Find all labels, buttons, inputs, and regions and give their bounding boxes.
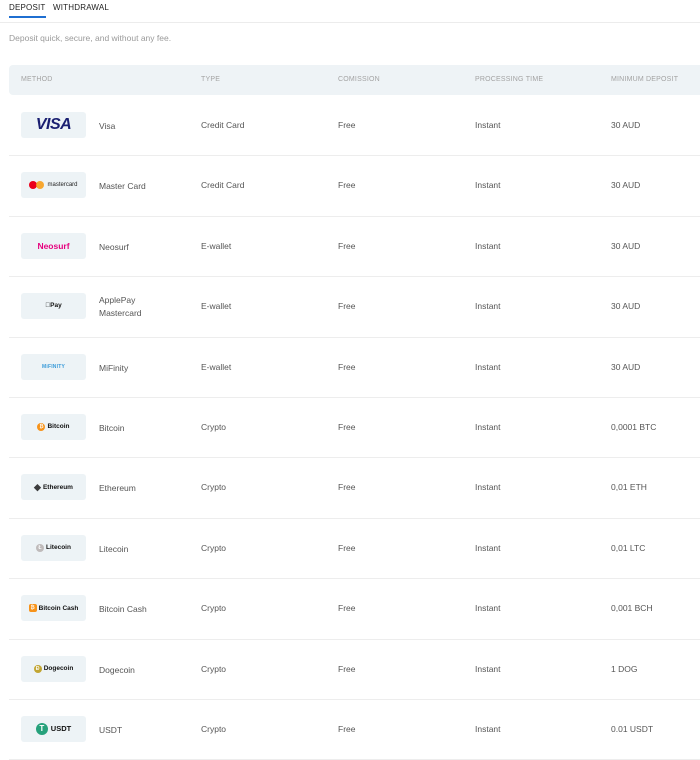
method-name: Master Card (99, 181, 146, 192)
method-minimum-deposit: 0,001 BCH (611, 603, 653, 614)
method-commission: Free (338, 723, 356, 734)
table-row: Neosurf Neosurf E-wallet Free Instant 30… (9, 217, 700, 278)
table-row: Pay ApplePayMastercard E-wallet Free In… (9, 277, 700, 338)
method-minimum-deposit: 0,01 ETH (611, 482, 647, 493)
method-name: Bitcoin Cash (99, 604, 147, 615)
method-type: E-wallet (201, 361, 232, 372)
table-row: T USDT USDT Crypto Free Instant 0.01 USDT (9, 700, 700, 760)
method-processing-time: Instant (475, 301, 501, 312)
method-minimum-deposit: 0.01 USDT (611, 723, 654, 734)
ethereum-icon: ◆ (34, 481, 41, 492)
method-minimum-deposit: 30 AUD (611, 361, 641, 372)
method-commission: Free (338, 240, 356, 251)
litecoin-logo: Ł Litecoin (21, 534, 86, 561)
column-header-method: METHOD (21, 76, 53, 83)
bitcoin-icon: ₿ (37, 422, 46, 431)
column-header-processing-time: PROCESSING TIME (475, 76, 544, 83)
table-row: MiFINITY MiFinity E-wallet Free Instant … (9, 338, 700, 398)
method-minimum-deposit: 0,01 LTC (611, 542, 646, 553)
method-minimum-deposit: 1 DOG (611, 663, 638, 674)
tab-deposit[interactable]: DEPOSIT (9, 3, 46, 18)
table-row: mastercard Master Card Credit Card Free … (9, 156, 700, 217)
method-name: Bitcoin (99, 422, 125, 433)
table-row: Ð Dogecoin Dogecoin Crypto Free Instant 1… (9, 640, 700, 700)
table-header: METHOD TYPE COMISSION PROCESSING TIME MI… (9, 65, 700, 95)
method-type: Crypto (201, 663, 227, 674)
table-row: ₿ Bitcoin Bitcoin Crypto Free Instant 0,0… (9, 398, 700, 459)
method-type: Credit Card (201, 120, 245, 130)
method-name: Litecoin (99, 543, 129, 554)
litecoin-icon: Ł (36, 543, 45, 552)
method-minimum-deposit: 30 AUD (611, 180, 641, 191)
method-commission: Free (338, 301, 356, 312)
method-type: Crypto (201, 421, 227, 432)
method-type: Crypto (201, 542, 227, 553)
visa-logo: VISA (21, 112, 86, 138)
method-processing-time: Instant (475, 240, 501, 251)
mifinity-logo: MiFINITY (21, 353, 86, 380)
method-minimum-deposit: 30 AUD (611, 301, 641, 312)
method-processing-time: Instant (475, 120, 501, 130)
ethereum-logo: ◆ Ethereum (21, 474, 86, 501)
bitcoin-cash-logo: ₿ Bitcoin Cash (21, 595, 86, 622)
tab-bar: DEPOSIT WITHDRAWAL (0, 0, 700, 23)
table-row: VISA Visa Credit Card Free Instant 30 AU… (9, 96, 700, 157)
method-type: Credit Card (201, 180, 245, 191)
method-type: Crypto (201, 603, 227, 614)
method-type: Crypto (201, 482, 227, 493)
method-processing-time: Instant (475, 482, 501, 493)
method-commission: Free (338, 180, 356, 191)
method-name: MiFinity (99, 362, 129, 373)
method-processing-time: Instant (475, 723, 501, 734)
method-type: E-wallet (201, 240, 232, 251)
payment-methods-table: VISA Visa Credit Card Free Instant 30 AU… (9, 96, 700, 760)
method-name: Ethereum (99, 483, 136, 494)
column-header-commission: COMISSION (338, 76, 380, 83)
method-name: Visa (99, 121, 116, 131)
tether-icon: T (35, 722, 48, 735)
method-processing-time: Instant (475, 603, 501, 614)
bitcoin-cash-icon: ₿ (28, 604, 37, 613)
method-processing-time: Instant (475, 361, 501, 372)
dogecoin-icon: Ð (33, 664, 42, 673)
method-processing-time: Instant (475, 663, 501, 674)
method-commission: Free (338, 542, 356, 553)
mastercard-logo: mastercard (21, 172, 86, 199)
method-commission: Free (338, 361, 356, 372)
column-header-type: TYPE (201, 76, 221, 83)
neosurf-logo: Neosurf (21, 232, 86, 259)
method-minimum-deposit: 30 AUD (611, 120, 641, 130)
method-processing-time: Instant (475, 542, 501, 553)
applepay-logo: Pay (21, 293, 86, 320)
method-processing-time: Instant (475, 180, 501, 191)
bitcoin-logo: ₿ Bitcoin (21, 413, 86, 440)
method-name: USDT (99, 724, 123, 735)
method-minimum-deposit: 30 AUD (611, 240, 641, 251)
table-row: ◆ Ethereum Ethereum Crypto Free Instant 0… (9, 458, 700, 519)
method-commission: Free (338, 120, 356, 130)
method-commission: Free (338, 482, 356, 493)
dogecoin-logo: Ð Dogecoin (21, 655, 86, 682)
method-type: Crypto (201, 723, 227, 734)
usdt-logo: T USDT (21, 715, 86, 742)
method-processing-time: Instant (475, 421, 501, 432)
method-name: Dogecoin (99, 664, 135, 675)
method-commission: Free (338, 421, 356, 432)
table-row: Ł Litecoin Litecoin Crypto Free Instant 0… (9, 519, 700, 580)
method-name: ApplePay Mastercard (99, 295, 142, 318)
method-commission: Free (338, 663, 356, 674)
tab-withdrawal[interactable]: WITHDRAWAL (53, 3, 109, 12)
method-name: Neosurf (99, 241, 129, 252)
table-row: ₿ Bitcoin Cash Bitcoin Cash Crypto Free I… (9, 579, 700, 640)
column-header-minimum-deposit: MINIMUM DEPOSIT (611, 76, 679, 83)
method-commission: Free (338, 603, 356, 614)
method-minimum-deposit: 0,0001 BTC (611, 421, 657, 432)
page-subtitle: Deposit quick, secure, and without any f… (9, 33, 172, 43)
method-type: E-wallet (201, 301, 232, 312)
